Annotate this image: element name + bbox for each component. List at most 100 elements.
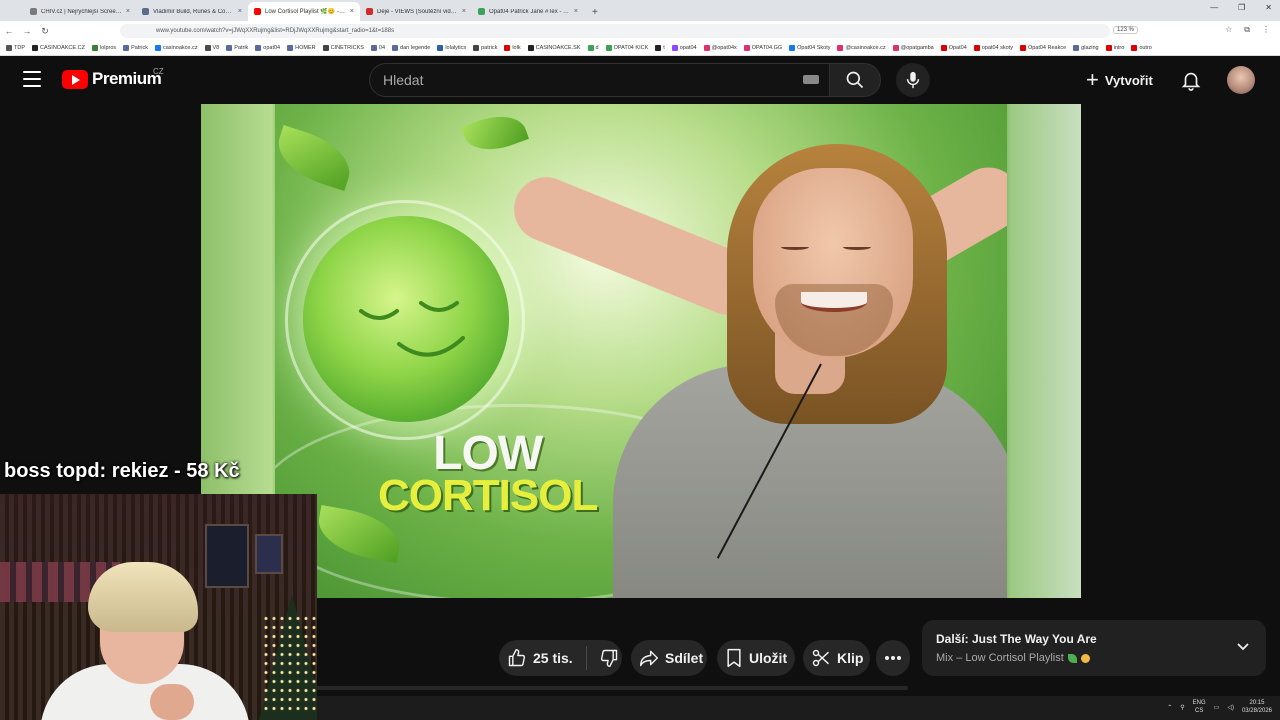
bookmark-label: dan legende [400, 45, 431, 51]
clip-label: Klip [837, 650, 864, 666]
bookmark-item[interactable]: lolalytics [437, 45, 466, 51]
reload-icon[interactable]: ↻ [36, 26, 54, 37]
save-button[interactable]: Uložit [717, 640, 795, 676]
tray-usb-icon[interactable]: ⚲ [1180, 704, 1184, 711]
windows-taskbar: ⌃ ⚲ ENG CS ▭ ◁) 20:15 03/28/2026 [317, 696, 1280, 720]
browser-tab[interactable]: Opat04 Patrick Jane #Tex - LOL × [472, 2, 584, 21]
browser-tab-bar: CHIV.cz | Nejrychlejší ScreenSh × Vladimir… [0, 0, 1280, 21]
search-input[interactable] [370, 64, 834, 96]
dislike-button[interactable] [599, 648, 619, 668]
chevron-down-icon[interactable] [1236, 640, 1250, 654]
tab-favicon-icon [142, 8, 149, 15]
bookmark-item[interactable]: opat04 [671, 45, 697, 51]
bookmark-item[interactable]: patrick [473, 45, 497, 51]
bookmark-item[interactable]: casinoakce.cz [154, 45, 198, 51]
extensions-icon[interactable]: ⧉ [1244, 25, 1250, 35]
language-bottom: CS [1194, 708, 1204, 714]
bookmark-item[interactable]: CASINOAKCE.CZ [32, 45, 85, 51]
bookmark-item[interactable]: @opatgamba [892, 45, 934, 51]
window-controls: — ❐ ✕ [1210, 3, 1272, 12]
bookmark-item[interactable]: outro [1131, 45, 1152, 51]
bookmark-item[interactable]: opat04 skoty [973, 45, 1013, 51]
bookmark-label: Opat04 Skoty [797, 45, 831, 51]
maximize-icon[interactable]: ❐ [1238, 3, 1245, 12]
new-tab-button[interactable]: + [584, 7, 606, 21]
browser-menu-icon[interactable]: ⋮ [1262, 25, 1270, 35]
save-label: Uložit [749, 650, 788, 666]
tab-close-icon[interactable]: × [574, 8, 578, 15]
browser-tab[interactable]: CHIV.cz | Nejrychlejší ScreenSh × [24, 2, 136, 21]
browser-tab[interactable]: Vladimir Build, Runes & Counter × [136, 2, 248, 21]
bookmark-item[interactable]: TDP [6, 45, 25, 51]
tab-close-icon[interactable]: × [462, 8, 466, 15]
bookmark-item[interactable]: @casinoakce.cz [837, 45, 886, 51]
bookmark-item[interactable]: dan legende [392, 45, 430, 51]
bookmark-item[interactable]: V8 [204, 45, 219, 51]
like-dislike-group: 25 tis. [499, 640, 622, 676]
bookmark-item[interactable]: Patrik [226, 45, 248, 51]
voice-search-button[interactable] [896, 63, 930, 97]
bookmark-item[interactable]: opat04 [255, 45, 280, 51]
video-thumbnail: LOW CORTISOL [275, 104, 1007, 598]
tray-chevron-icon[interactable]: ⌃ [1167, 704, 1172, 711]
leaf-decoration [460, 106, 530, 160]
url-field[interactable]: www.youtube.com/watch?v=jJWqXXRujmg&list… [120, 24, 1110, 38]
bookmark-label: Patrick [131, 45, 148, 51]
next-up-card[interactable]: Další: Just The Way You Are Mix – Low Co… [922, 620, 1266, 676]
bookmark-favicon-icon [587, 45, 594, 51]
bookmark-label: OPAT04 KICK [613, 45, 649, 51]
share-button[interactable]: Sdílet [631, 640, 707, 676]
tab-title: Opat04 Patrick Jane #Tex - LOL [489, 8, 570, 15]
browser-tab[interactable]: Deje - VIEWS (Soutěžní videoklip × [360, 2, 472, 21]
smile-emoji-icon [1080, 653, 1090, 663]
bookmark-item[interactable]: lolk [504, 45, 521, 51]
bookmark-item[interactable]: glazing [1073, 45, 1099, 51]
youtube-play-icon [62, 69, 88, 89]
language-indicator[interactable]: ENG CS [1193, 699, 1206, 715]
search-box [369, 63, 834, 97]
clock[interactable]: 20:15 03/28/2026 [1242, 699, 1272, 715]
video-player[interactable]: LOW CORTISOL [201, 104, 1081, 598]
bookmark-item[interactable]: OPAT04 KICK [605, 45, 649, 51]
tab-close-icon[interactable]: × [238, 8, 242, 15]
browser-tab[interactable]: Low Cortisol Playlist 🌿😊 - Yo × [248, 2, 360, 21]
bookmark-item[interactable]: intro [1105, 45, 1124, 51]
keyboard-icon[interactable] [803, 75, 819, 84]
bookmark-item[interactable]: lolpros [91, 45, 116, 51]
streamer-webcam [0, 494, 317, 720]
thumbs-down-icon [600, 649, 617, 668]
youtube-premium-logo[interactable]: Premium [62, 69, 162, 89]
bookmark-label: CASINOAKCE.CZ [40, 45, 85, 51]
create-button[interactable]: + Vytvořit [1080, 63, 1159, 97]
bookmark-star-icon[interactable]: ☆ [1225, 25, 1232, 35]
forward-icon[interactable]: → [18, 26, 36, 36]
like-button[interactable]: 25 tis. [499, 640, 573, 676]
tab-close-icon[interactable]: × [350, 8, 354, 15]
account-avatar[interactable] [1227, 66, 1255, 94]
bookmark-item[interactable]: 04 [370, 45, 385, 51]
bookmark-item[interactable]: Opat04 [940, 45, 967, 51]
bookmark-item[interactable]: Patrick [123, 45, 148, 51]
hamburger-menu-icon[interactable] [23, 71, 41, 87]
tab-close-icon[interactable]: × [126, 8, 130, 15]
bookmark-item[interactable]: @opat04x [703, 45, 737, 51]
zoom-badge[interactable]: 123 % [1112, 26, 1138, 34]
bookmark-label: opat04 [679, 45, 697, 51]
bookmark-item[interactable]: d [587, 45, 599, 51]
bookmark-item[interactable]: t [655, 45, 665, 51]
minimize-icon[interactable]: — [1210, 3, 1218, 12]
more-actions-button[interactable] [876, 640, 910, 676]
notifications-bell-icon[interactable] [1180, 69, 1202, 91]
bookmark-item[interactable]: CINETRICKS [322, 45, 364, 51]
bookmark-item[interactable]: OPAT04.GG [743, 45, 782, 51]
bookmark-item[interactable]: Opat04 Skoty [789, 45, 830, 51]
bookmark-item[interactable]: CASINOAKCE.SK [527, 45, 581, 51]
back-icon[interactable]: ← [0, 26, 18, 36]
close-window-icon[interactable]: ✕ [1265, 3, 1272, 12]
volume-icon[interactable]: ◁) [1227, 704, 1234, 711]
search-button[interactable] [829, 63, 881, 97]
bookmark-item[interactable]: Opat04 Reakce [1019, 45, 1066, 51]
clip-button[interactable]: Klip [803, 640, 870, 676]
network-icon[interactable]: ▭ [1214, 704, 1220, 711]
bookmark-item[interactable]: HOMER [287, 45, 316, 51]
